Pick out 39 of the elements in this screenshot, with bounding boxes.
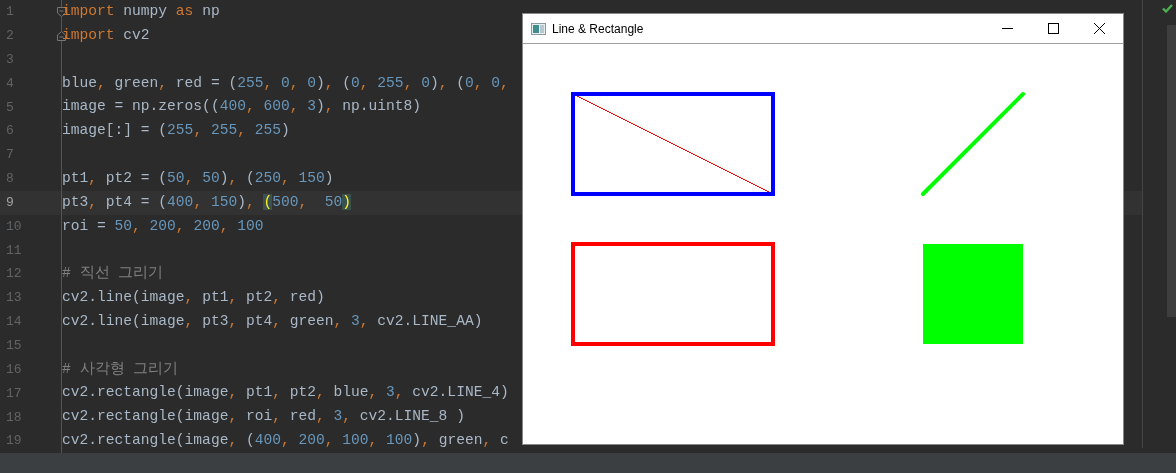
code-line: cv2.rectangle(image, (400, 200, 100, 100), green, c (62, 431, 509, 451)
line-number: 4 (5, 74, 15, 93)
line-number: 18 (5, 408, 23, 427)
window-title: Line & Rectangle (552, 20, 644, 38)
line-number: 14 (5, 313, 23, 332)
code-comment: # 사각형 그리기 (62, 359, 179, 379)
line-number: 10 (5, 217, 23, 236)
code-line: blue, green, red = (255, 0, 0), (0, 255, 0), (0, 0, (62, 73, 509, 93)
line-number: 9 (5, 193, 15, 212)
code-line: image = np.zeros((400, 600, 3), np.uint8) (62, 97, 422, 117)
code-line: pt1, pt2 = (50, 50), (250, 150) (62, 168, 334, 188)
close-icon (1093, 23, 1105, 34)
line-number: 8 (5, 170, 15, 189)
line-number: 11 (5, 241, 23, 260)
code-line: roi = 50, 200, 200, 100 (62, 216, 264, 236)
line-number: 5 (5, 98, 15, 117)
code-comment: # 직선 그리기 (62, 264, 164, 284)
code-line: cv2.line(image, pt3, pt4, green, 3, cv2.LINE_AA) (62, 311, 483, 331)
maximize-icon (1047, 23, 1059, 34)
line-number: 15 (5, 337, 23, 355)
window-icon (531, 22, 546, 35)
line-number: 16 (5, 360, 23, 379)
line-number: 13 (5, 289, 23, 308)
line-number: 2 (5, 27, 15, 45)
line-number: 3 (5, 50, 15, 69)
code-line: image[:] = (255, 255, 255) (62, 121, 290, 141)
line-number: 6 (5, 122, 15, 141)
code-line: import numpy as np (62, 1, 220, 21)
code-line: cv2.rectangle(image, pt1, pt2, blue, 3, cv2.LINE_4) (62, 383, 509, 403)
check-icon (1162, 4, 1173, 13)
line-number: 19 (5, 432, 23, 451)
line-number: 1 (5, 3, 15, 22)
code-line: pt3, pt4 = (400, 150), (500, 50) (62, 192, 352, 212)
code-line: cv2.line(image, pt1, pt2, red) (62, 288, 325, 308)
code-line: import cv2 (62, 25, 150, 45)
line-number: 12 (5, 265, 23, 284)
line-number: 7 (5, 146, 15, 165)
code-line: cv2.rectangle(image, roi, red, 3, cv2.LINE_8 ) (62, 407, 465, 427)
line-number: 17 (5, 384, 23, 403)
